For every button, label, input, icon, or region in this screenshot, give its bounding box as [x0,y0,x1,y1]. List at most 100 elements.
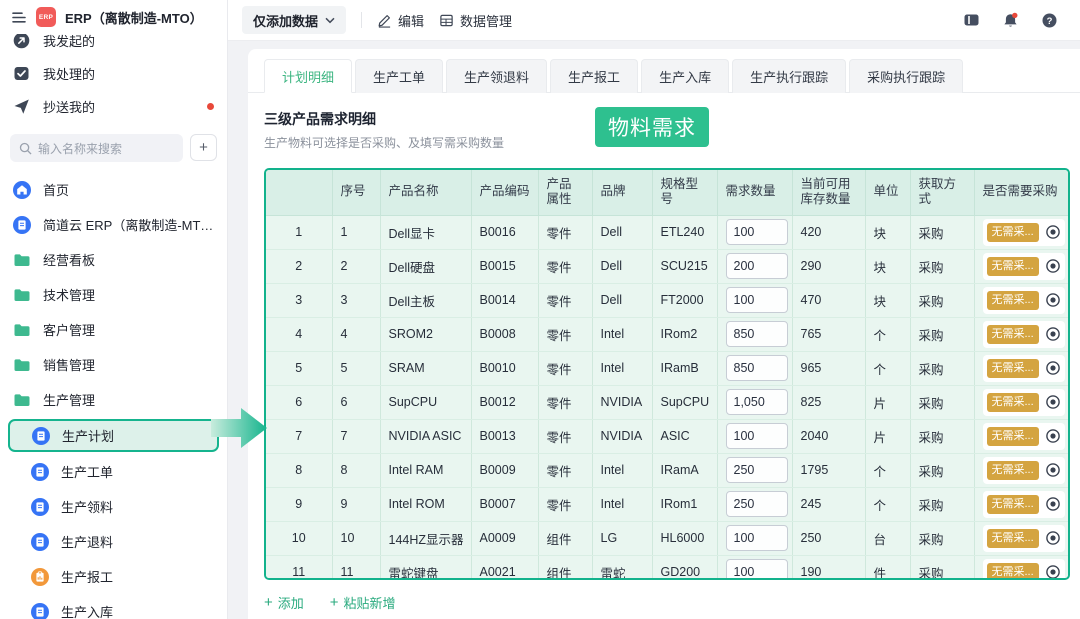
radio-target-icon[interactable] [1045,496,1061,512]
sidebar-item-tech-mgmt[interactable]: 技术管理 [0,277,227,312]
demand-qty-input[interactable] [726,287,788,313]
purchase-tag[interactable]: 无需采... [987,291,1039,310]
tab-2[interactable]: 生产领退料 [446,59,547,93]
cell-model: IRamB [652,351,717,385]
cell-model: ASIC [652,419,717,453]
help-icon[interactable]: ? [1041,12,1058,29]
sidebar-item-production-workorder[interactable]: 生产工单 [0,454,227,489]
sidebar-item-jiandaoyun-erp[interactable]: 简道云 ERP（离散制造-MTO）... [0,207,227,242]
purchase-tag[interactable]: 无需采... [987,359,1039,378]
sidebar-item-production-mgmt[interactable]: 生产管理 [0,382,227,417]
add-data-dropdown[interactable]: 仅添加数据 [242,6,346,34]
add-row-button[interactable]: + 添加 [264,593,304,612]
hamburger-menu-icon[interactable] [11,10,27,25]
sidebar-add-button[interactable]: + [190,134,217,161]
purchase-tag[interactable]: 无需采... [987,529,1039,548]
purchase-select[interactable]: 无需采... [983,389,1065,416]
folder-icon [13,391,31,409]
purchase-tag[interactable]: 无需采... [987,495,1039,514]
radio-target-icon[interactable] [1045,292,1061,308]
demand-qty-input[interactable] [726,389,788,415]
demand-qty-input[interactable] [726,253,788,279]
radio-target-icon[interactable] [1045,326,1061,342]
sidebar-item-business-board[interactable]: 经营看板 [0,242,227,277]
sidebar-item-production-plan[interactable]: 生产计划 [8,419,219,452]
demand-qty-input[interactable] [726,219,788,245]
cell-product-code: A0009 [471,521,538,555]
cell-seq: 2 [332,249,380,283]
table-row: 2 2 Dell硬盘 B0015 零件 Dell SCU215 290 块 采购… [266,249,1068,283]
folder-icon [13,356,31,374]
search-input[interactable]: 输入名称来搜索 [10,134,183,162]
demand-qty-input[interactable] [726,321,788,347]
demand-qty-input[interactable] [726,525,788,551]
search-icon [19,142,32,155]
radio-target-icon[interactable] [1045,224,1061,240]
sidebar-quick-item[interactable]: 我处理的 [0,57,227,90]
demand-qty-input[interactable] [726,355,788,381]
data-manage-button[interactable]: 数据管理 [439,11,512,30]
purchase-select[interactable]: 无需采... [983,355,1065,382]
sidebar-item-customer-mgmt[interactable]: 客户管理 [0,312,227,347]
tab-6[interactable]: 采购执行跟踪 [849,59,963,93]
sidebar-item-home[interactable]: 首页 [0,172,227,207]
table-row: 10 10 144HZ显示器 A0009 组件 LG HL6000 250 台 … [266,521,1068,555]
purchase-select[interactable]: 无需采... [983,219,1065,246]
cell-product-name: NVIDIA ASIC [380,419,471,453]
tab-5[interactable]: 生产执行跟踪 [732,59,846,93]
sidebar-quick-item[interactable]: 抄送我的 [0,90,227,123]
purchase-select[interactable]: 无需采... [983,287,1065,314]
cell-product-name: Intel ROM [380,487,471,521]
purchase-select[interactable]: 无需采... [983,559,1065,581]
sidebar-item-sales-mgmt[interactable]: 销售管理 [0,347,227,382]
tab-0[interactable]: 计划明细 [264,59,352,93]
cell-product-code: B0009 [471,453,538,487]
radio-target-icon[interactable] [1045,428,1061,444]
radio-target-icon[interactable] [1045,530,1061,546]
sidebar-item-production-return[interactable]: 生产退料 [0,524,227,559]
demand-qty-input[interactable] [726,457,788,483]
paste-add-button[interactable]: + 粘贴新增 [330,593,396,612]
column-header-2: 产品名称 [380,170,471,215]
purchase-select[interactable]: 无需采... [983,423,1065,450]
radio-target-icon[interactable] [1045,258,1061,274]
sidebar-item-production-report[interactable]: 生产报工 [0,559,227,594]
edit-button[interactable]: 编辑 [377,11,424,30]
paper-plane-icon [13,98,30,115]
panel-toggle-icon[interactable] [963,12,980,29]
cell-row-index: 7 [266,419,332,453]
radio-target-icon[interactable] [1045,564,1061,580]
folder-icon [13,321,31,339]
purchase-select[interactable]: 无需采... [983,491,1065,518]
purchase-tag[interactable]: 无需采... [987,223,1039,242]
purchase-tag[interactable]: 无需采... [987,325,1039,344]
purchase-tag[interactable]: 无需采... [987,257,1039,276]
purchase-tag[interactable]: 无需采... [987,427,1039,446]
radio-target-icon[interactable] [1045,394,1061,410]
cell-seq: 11 [332,555,380,580]
purchase-tag[interactable]: 无需采... [987,393,1039,412]
demand-qty-input[interactable] [726,423,788,449]
sidebar-item-production-picking[interactable]: 生产领料 [0,489,227,524]
cell-model: ETL240 [652,215,717,249]
purchase-select[interactable]: 无需采... [983,457,1065,484]
purchase-select[interactable]: 无需采... [983,525,1065,552]
radio-target-icon[interactable] [1045,462,1061,478]
demand-qty-input[interactable] [726,491,788,517]
bell-icon[interactable] [1002,12,1019,29]
purchase-select[interactable]: 无需采... [983,253,1065,280]
table-row: 3 3 Dell主板 B0014 零件 Dell FT2000 470 块 采购… [266,283,1068,317]
tab-3[interactable]: 生产报工 [550,59,638,93]
sidebar-item-production-inbound[interactable]: 生产入库 [0,594,227,619]
home-icon [13,181,31,199]
cell-method: 采购 [910,555,974,580]
purchase-tag[interactable]: 无需采... [987,563,1039,581]
doc-icon [31,603,49,619]
purchase-select[interactable]: 无需采... [983,321,1065,348]
purchase-tag[interactable]: 无需采... [987,461,1039,480]
cell-product-attr: 零件 [538,249,592,283]
tab-4[interactable]: 生产入库 [641,59,729,93]
demand-qty-input[interactable] [726,559,788,580]
radio-target-icon[interactable] [1045,360,1061,376]
tab-1[interactable]: 生产工单 [355,59,443,93]
